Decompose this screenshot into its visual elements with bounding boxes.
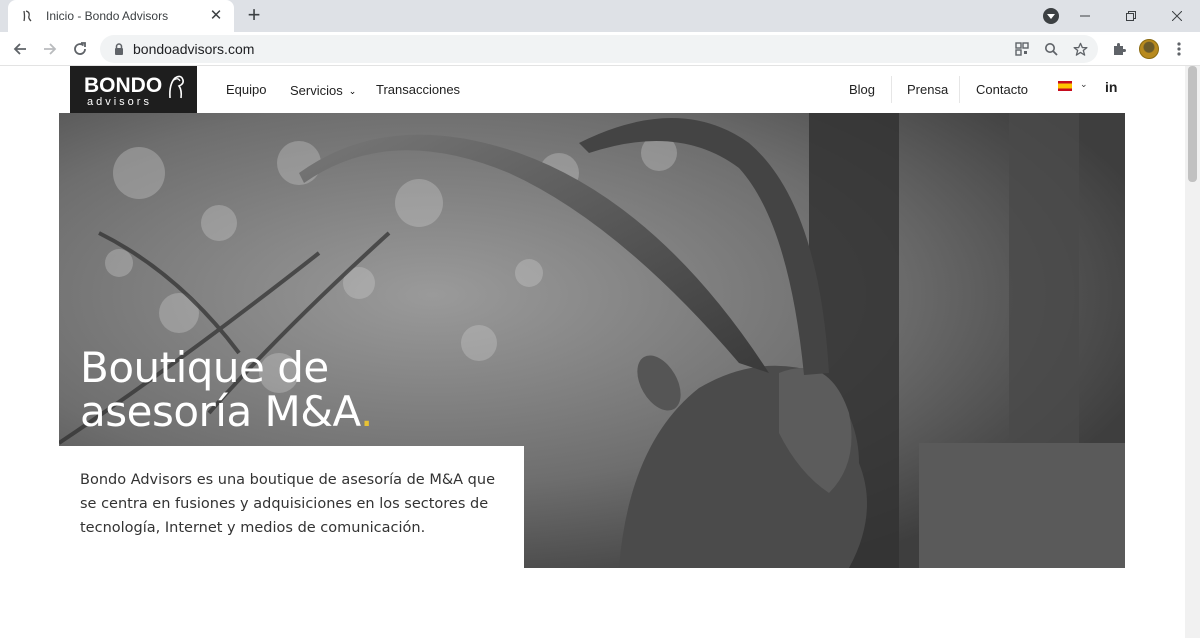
page-viewport: BONDO advisors Equipo Servicios ⌄ Transac… <box>0 66 1185 638</box>
new-tab-button[interactable]: + <box>242 4 266 28</box>
browser-tabbar: Inicio - Bondo Advisors ✕ + <box>0 0 1200 32</box>
nav-contacto[interactable]: Contacto <box>976 82 1028 97</box>
nav-equipo[interactable]: Equipo <box>226 82 266 97</box>
ibex-logo-icon <box>167 74 187 109</box>
tab-close-icon[interactable]: ✕ <box>208 8 224 24</box>
hero-title-line1: Boutique de <box>80 343 329 392</box>
chevron-down-icon: ⌄ <box>348 86 357 96</box>
intro-text: Bondo Advisors es una boutique de asesor… <box>80 472 495 536</box>
linkedin-icon[interactable]: in <box>1105 79 1117 95</box>
hero-title: Boutique de asesoría M&A. <box>80 346 373 434</box>
browser-tab[interactable]: Inicio - Bondo Advisors ✕ <box>8 0 234 32</box>
tab-title: Inicio - Bondo Advisors <box>46 9 169 23</box>
spain-flag-icon[interactable] <box>1058 81 1072 91</box>
logo-subtitle: advisors <box>87 96 152 108</box>
nav-servicios[interactable]: Servicios ⌄ <box>290 82 356 100</box>
site-favicon-icon <box>20 8 36 24</box>
site-logo[interactable]: BONDO advisors <box>70 66 197 117</box>
restore-button[interactable] <box>1108 0 1154 32</box>
language-chevron-icon[interactable]: ⌄ <box>1080 79 1088 90</box>
nav-prensa[interactable]: Prensa <box>907 82 948 97</box>
scrollbar-thumb[interactable] <box>1188 66 1197 182</box>
zoom-icon[interactable] <box>1041 39 1061 59</box>
qr-code-icon[interactable] <box>1012 39 1032 59</box>
nav-servicios-label: Servicios <box>290 83 343 98</box>
profile-avatar[interactable] <box>1137 37 1161 61</box>
close-window-button[interactable] <box>1154 0 1200 32</box>
back-icon[interactable] <box>8 37 32 61</box>
nav-blog[interactable]: Blog <box>849 82 875 97</box>
tab-search-icon[interactable] <box>1043 8 1059 24</box>
nav-divider <box>959 76 960 103</box>
intro-box: Bondo Advisors es una boutique de asesor… <box>59 446 524 571</box>
extensions-icon[interactable] <box>1107 37 1131 61</box>
window-controls <box>1062 0 1200 32</box>
hero-title-line2: asesoría M&A <box>80 387 361 436</box>
bookmark-star-icon[interactable] <box>1070 39 1090 59</box>
minimize-button[interactable] <box>1062 0 1108 32</box>
lock-icon <box>112 42 126 56</box>
browser-menu-icon[interactable] <box>1167 37 1191 61</box>
nav-divider <box>891 76 892 103</box>
nav-transacciones[interactable]: Transacciones <box>376 82 460 97</box>
reload-icon[interactable] <box>68 37 92 61</box>
url-text: bondoadvisors.com <box>133 41 255 57</box>
forward-icon[interactable] <box>38 37 62 61</box>
hero-title-dot: . <box>360 387 373 436</box>
address-bar[interactable]: bondoadvisors.com <box>100 35 1098 63</box>
page-scrollbar[interactable] <box>1185 66 1200 638</box>
logo-wordmark: BONDO <box>84 74 163 97</box>
browser-toolbar: bondoadvisors.com <box>0 32 1200 66</box>
